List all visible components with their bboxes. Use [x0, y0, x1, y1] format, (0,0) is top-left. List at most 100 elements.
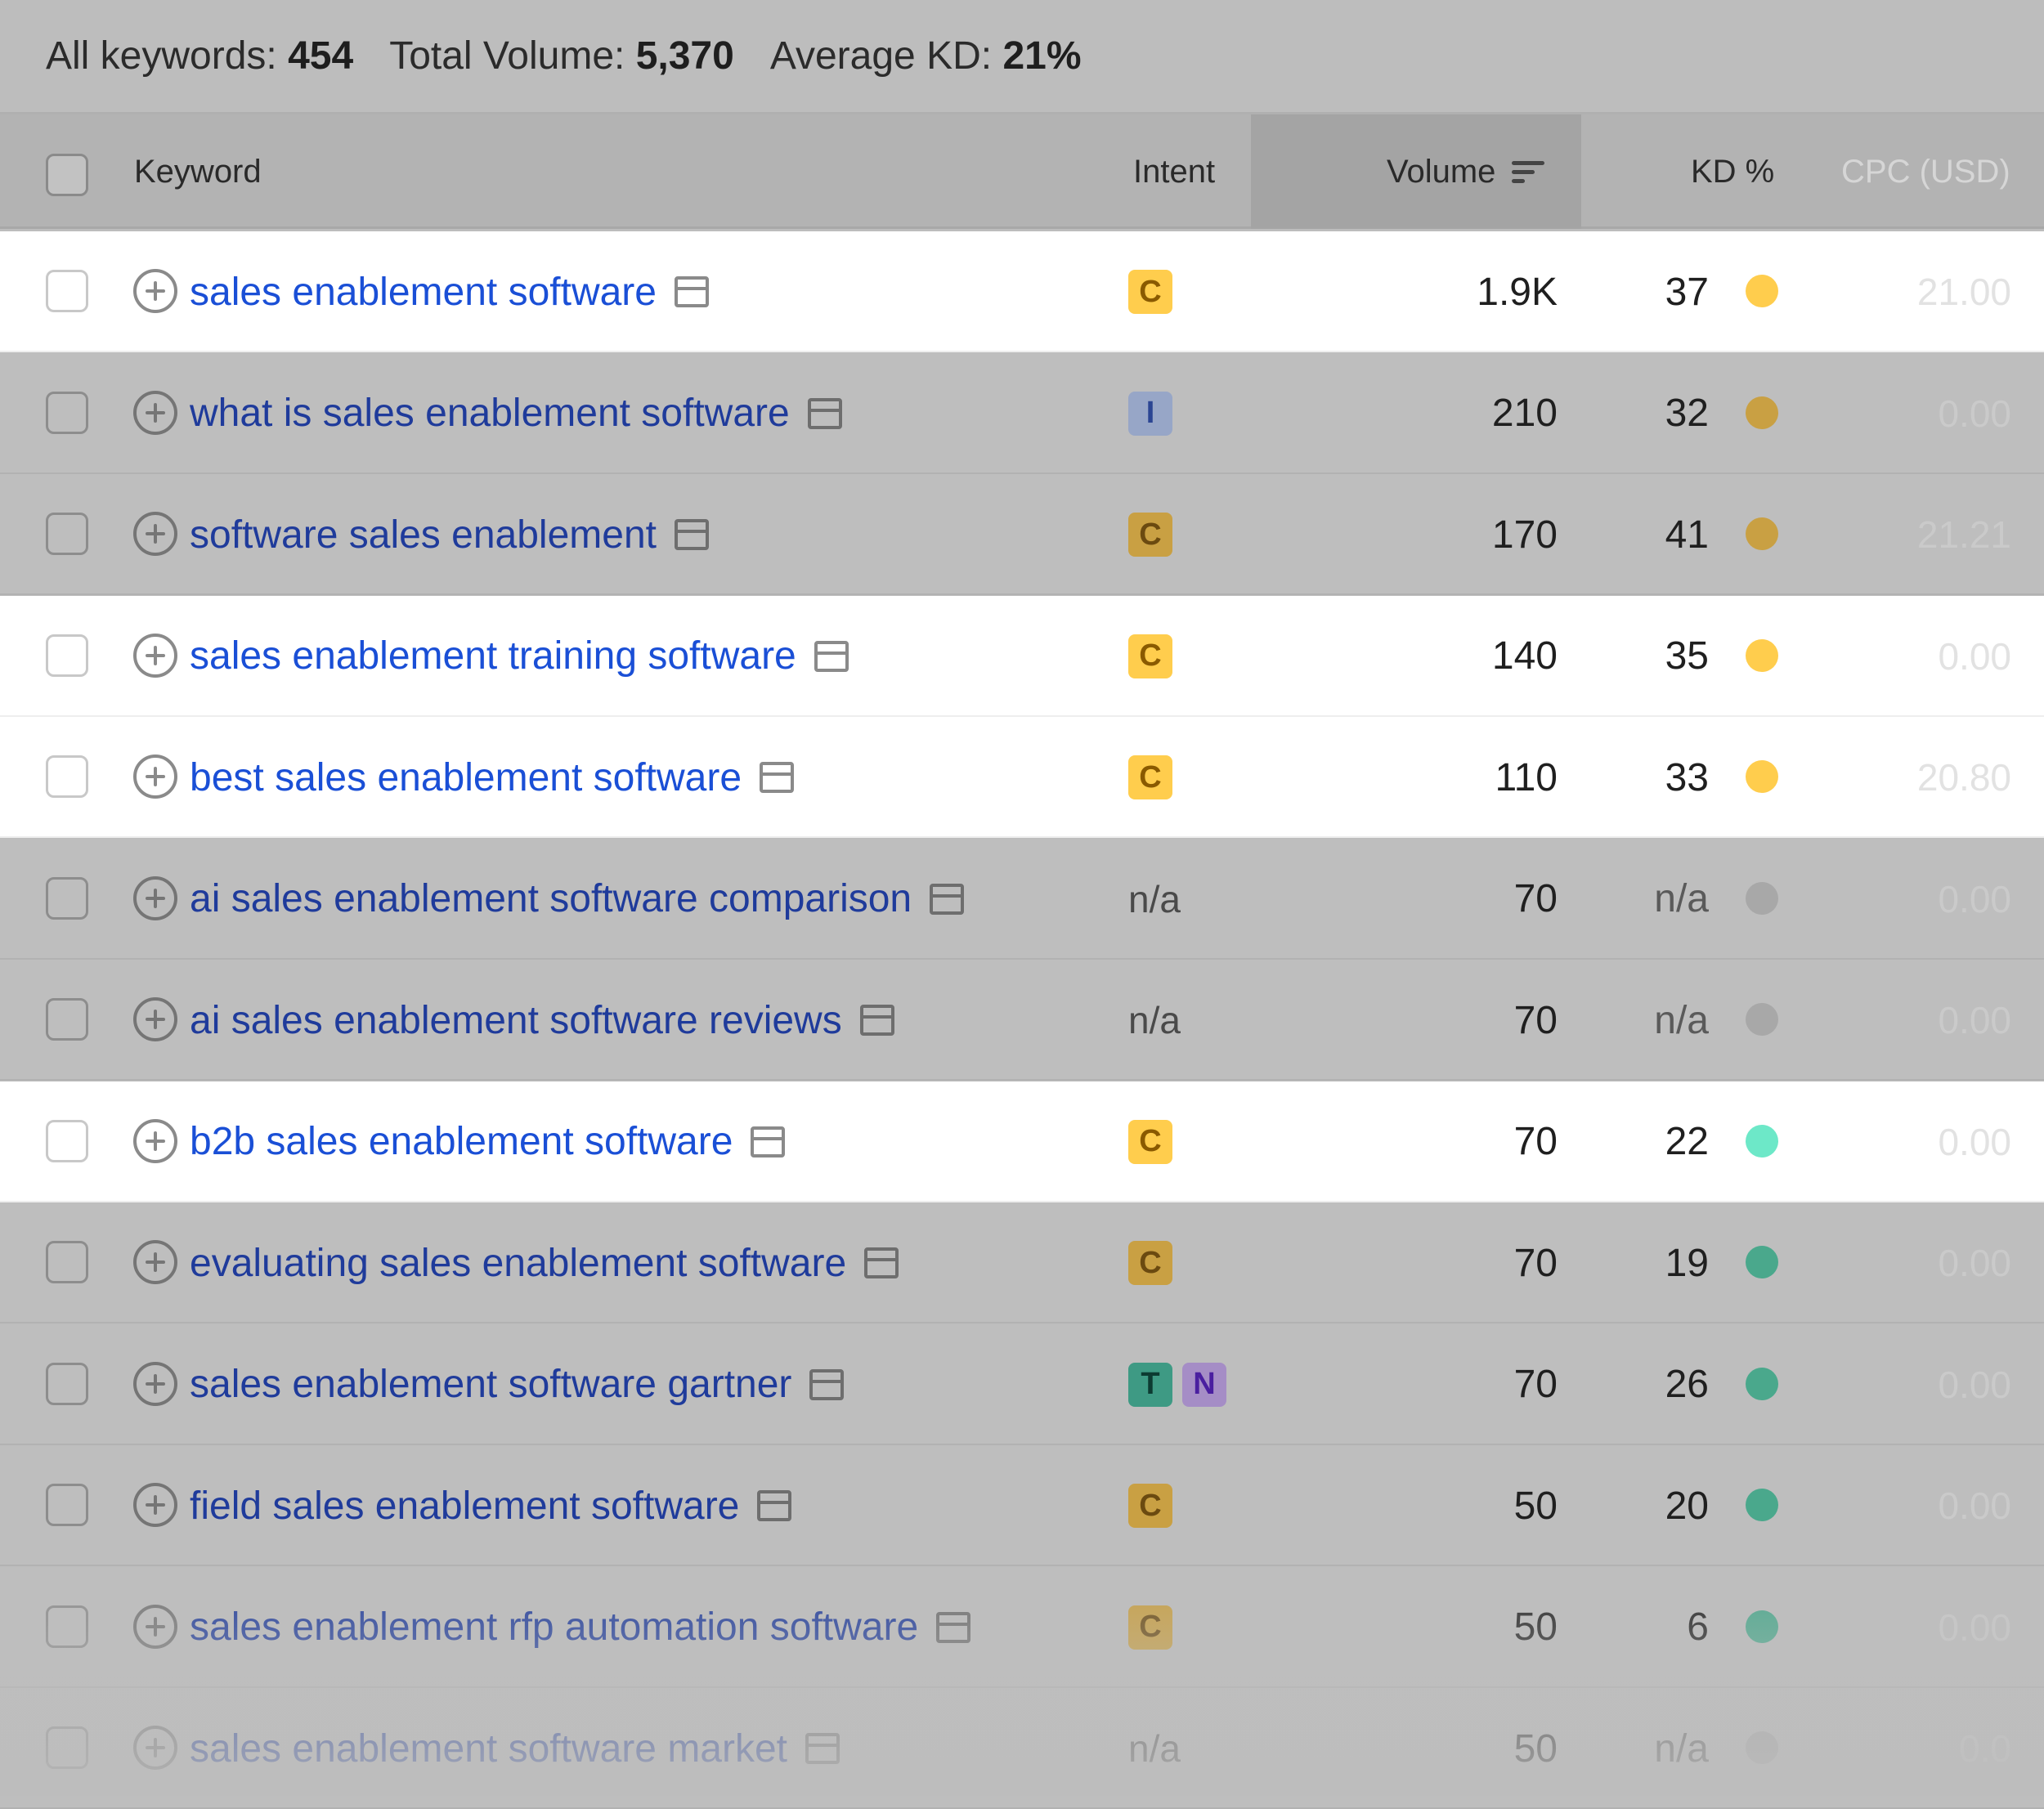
serp-preview-icon[interactable]	[936, 1611, 971, 1643]
kd-value: n/a	[1654, 998, 1709, 1042]
add-to-list-icon[interactable]	[133, 390, 177, 435]
intent-cell: C	[1128, 717, 1182, 838]
kd-difficulty-dot	[1746, 1003, 1778, 1036]
serp-preview-icon[interactable]	[807, 397, 842, 429]
column-header-intent[interactable]: Intent	[1133, 114, 1215, 229]
keyword-link[interactable]: sales enablement training software	[190, 634, 796, 678]
table-row[interactable]: b2b sales enablement software C 70 22 0.…	[0, 1081, 2044, 1202]
row-checkbox[interactable]	[46, 270, 88, 312]
row-checkbox[interactable]	[46, 1726, 88, 1769]
row-checkbox[interactable]	[46, 391, 88, 434]
serp-preview-icon[interactable]	[814, 640, 849, 672]
keyword-link[interactable]: ai sales enablement software reviews	[190, 998, 842, 1043]
intent-badge-c: C	[1128, 755, 1172, 799]
total-volume-label: Total Volume:	[389, 34, 625, 78]
keyword-link[interactable]: sales enablement rfp automation software	[190, 1605, 918, 1650]
keyword-cell: field sales enablement software	[190, 1445, 792, 1566]
keyword-link[interactable]: sales enablement software	[190, 270, 657, 315]
kd-value: 20	[1665, 1484, 1709, 1528]
serp-preview-icon[interactable]	[859, 1005, 894, 1036]
add-to-list-icon[interactable]	[133, 1361, 177, 1406]
add-to-list-icon[interactable]	[133, 512, 177, 556]
add-to-list-icon[interactable]	[133, 1604, 177, 1649]
keyword-link[interactable]: software sales enablement	[190, 513, 657, 557]
select-all-checkbox[interactable]	[46, 154, 88, 196]
table-row[interactable]: sales enablement software market n/a 50 …	[0, 1688, 2044, 1809]
column-header-keyword[interactable]: Keyword	[134, 114, 262, 229]
sort-descending-icon[interactable]	[1512, 159, 1545, 184]
row-checkbox[interactable]	[46, 1362, 88, 1405]
add-to-list-icon[interactable]	[133, 997, 177, 1041]
serp-preview-icon[interactable]	[751, 1126, 786, 1157]
keyword-link[interactable]: evaluating sales enablement software	[190, 1241, 846, 1286]
cpc-value: 0.00	[1938, 1120, 2011, 1163]
serp-preview-icon[interactable]	[809, 1368, 845, 1400]
table-row[interactable]: sales enablement rfp automation software…	[0, 1566, 2044, 1688]
kd-value: 41	[1665, 513, 1709, 557]
row-checkbox[interactable]	[46, 1241, 88, 1283]
column-header-cpc[interactable]: CPC (USD)	[1841, 114, 2010, 229]
keyword-cell: b2b sales enablement software	[190, 1081, 786, 1202]
keyword-link[interactable]: best sales enablement software	[190, 755, 742, 800]
table-header: Keyword Intent Volume KD % CPC (USD)	[0, 114, 2044, 229]
serp-preview-icon[interactable]	[805, 1733, 840, 1764]
table-row[interactable]: software sales enablement C 170 41 21.21	[0, 474, 2044, 595]
table-row[interactable]: ai sales enablement software comparison …	[0, 838, 2044, 960]
keyword-link[interactable]: sales enablement software gartner	[190, 1362, 791, 1407]
row-checkbox[interactable]	[46, 998, 88, 1041]
add-to-list-icon[interactable]	[133, 754, 177, 799]
row-checkbox[interactable]	[46, 1484, 88, 1526]
table-row[interactable]: ai sales enablement software reviews n/a…	[0, 960, 2044, 1081]
keyword-link[interactable]: ai sales enablement software comparison	[190, 876, 912, 921]
serp-preview-icon[interactable]	[674, 276, 709, 307]
serp-preview-icon[interactable]	[674, 519, 709, 550]
table-row[interactable]: best sales enablement software C 110 33 …	[0, 717, 2044, 838]
keyword-link[interactable]: what is sales enablement software	[190, 391, 790, 436]
table-row[interactable]: sales enablement training software C 140…	[0, 595, 2044, 717]
column-header-volume[interactable]: Volume	[1387, 114, 1545, 229]
serp-preview-icon[interactable]	[930, 883, 965, 915]
serp-preview-icon[interactable]	[760, 762, 795, 793]
row-checkbox[interactable]	[46, 634, 88, 677]
add-to-list-icon[interactable]	[133, 269, 177, 313]
kd-difficulty-dot	[1746, 1489, 1778, 1521]
keyword-link[interactable]: sales enablement software market	[190, 1726, 787, 1771]
kd-value: 33	[1665, 755, 1709, 799]
add-to-list-icon[interactable]	[133, 633, 177, 678]
column-header-kd[interactable]: KD %	[1691, 114, 1774, 229]
cpc-value: 21.21	[1916, 513, 2011, 556]
row-checkbox[interactable]	[46, 513, 88, 555]
intent-badge-c: C	[1128, 1484, 1172, 1528]
add-to-list-icon[interactable]	[133, 1118, 177, 1163]
kd-value: 26	[1665, 1363, 1709, 1406]
row-checkbox[interactable]	[46, 1605, 88, 1648]
add-to-list-icon[interactable]	[133, 1483, 177, 1527]
intent-badge-c: C	[1128, 1119, 1172, 1164]
intent-cell: C	[1128, 596, 1182, 717]
cpc-value: 0.00	[1938, 999, 2011, 1041]
table-row[interactable]: what is sales enablement software I 210 …	[0, 352, 2044, 474]
intent-cell: C	[1128, 474, 1182, 595]
serp-preview-icon[interactable]	[757, 1490, 792, 1521]
table-row[interactable]: sales enablement software C 1.9K 37 21.0…	[0, 231, 2044, 352]
table-row[interactable]: evaluating sales enablement software C 7…	[0, 1202, 2044, 1323]
serp-preview-icon[interactable]	[864, 1247, 899, 1278]
row-checkbox[interactable]	[46, 1119, 88, 1162]
table-row[interactable]: field sales enablement software C 50 20 …	[0, 1445, 2044, 1566]
keyword-link[interactable]: b2b sales enablement software	[190, 1119, 733, 1164]
cpc-value: 0.00	[1938, 877, 2011, 920]
intent-cell: C	[1128, 1202, 1182, 1323]
kd-value: 6	[1687, 1605, 1709, 1649]
add-to-list-icon[interactable]	[133, 1240, 177, 1284]
add-to-list-icon[interactable]	[133, 1726, 177, 1770]
add-to-list-icon[interactable]	[133, 875, 177, 920]
intent-cell: n/a	[1128, 960, 1181, 1081]
row-checkbox[interactable]	[46, 876, 88, 920]
volume-value: 1.9K	[1477, 270, 1558, 314]
cpc-value: 0.00	[1938, 1484, 2011, 1527]
keyword-link[interactable]: field sales enablement software	[190, 1484, 739, 1529]
row-checkbox[interactable]	[46, 755, 88, 798]
volume-value: 70	[1513, 1363, 1558, 1406]
table-row[interactable]: sales enablement software gartner TN 70 …	[0, 1323, 2044, 1445]
intent-cell: TN	[1128, 1324, 1236, 1445]
